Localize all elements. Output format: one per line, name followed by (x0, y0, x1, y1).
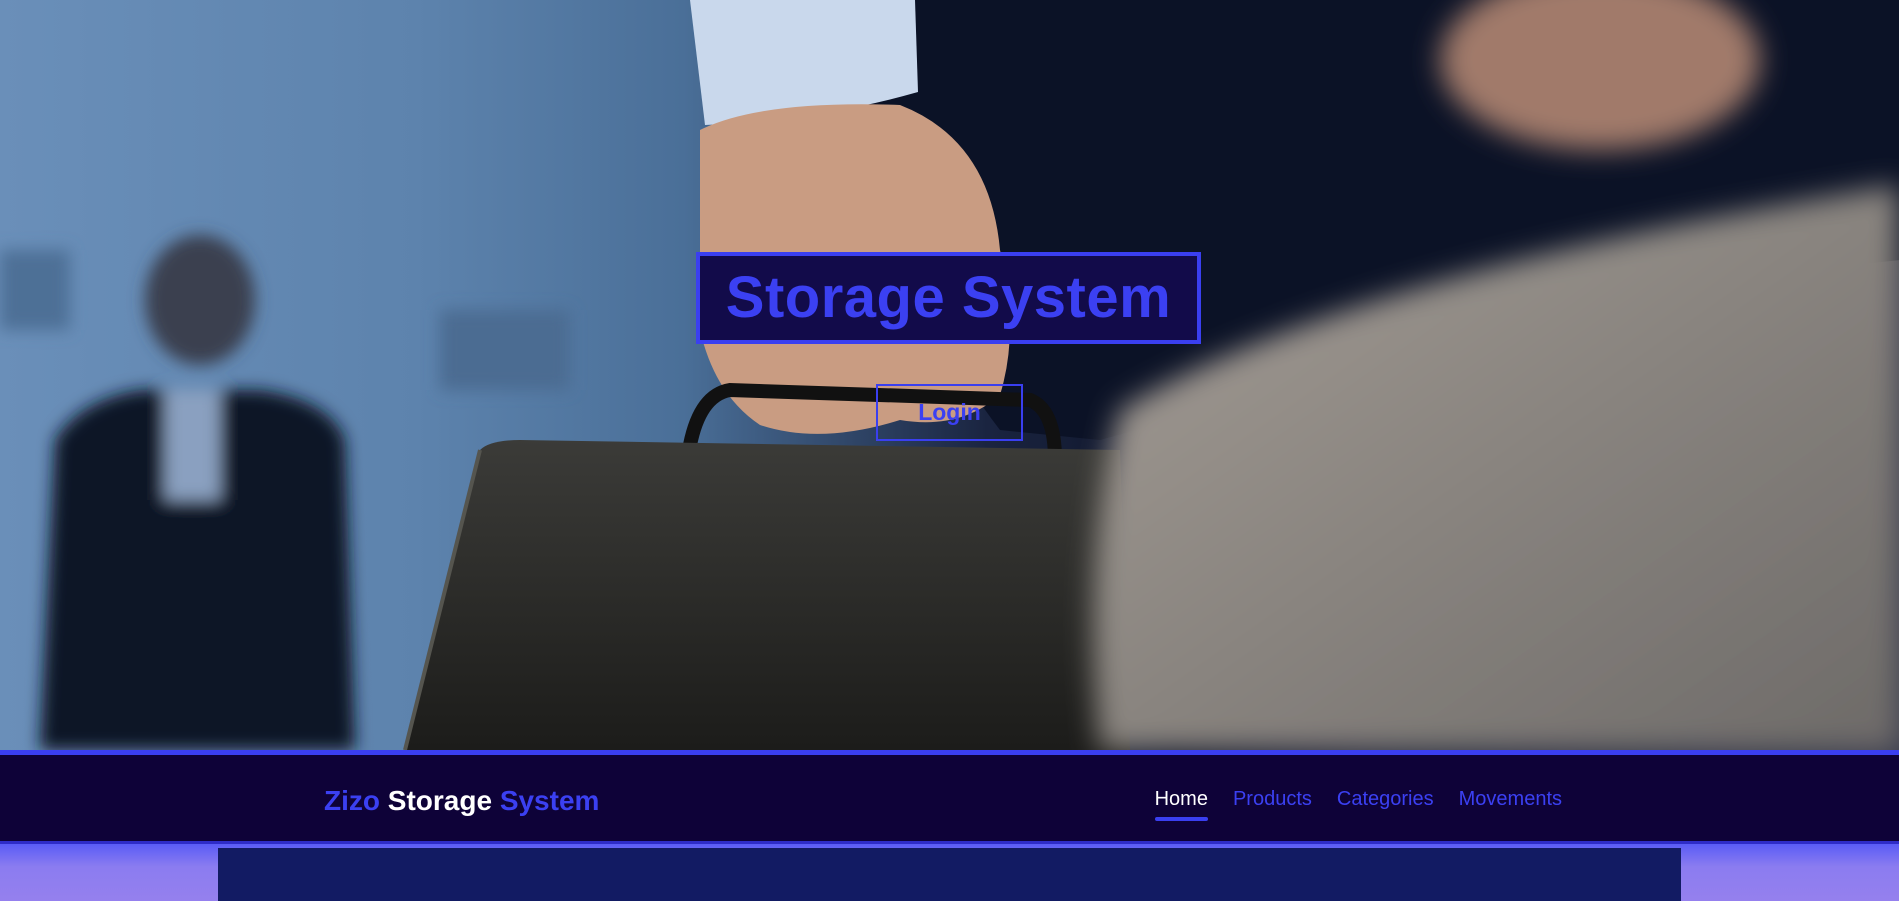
brand-word-1: Zizo (324, 785, 380, 816)
brand-word-3: System (499, 785, 600, 816)
navbar: Zizo Storage System Home Products Catego… (0, 750, 1899, 844)
hero-section: Storage System Login (0, 0, 1899, 750)
nav-links: Home Products Categories Movements (1154, 788, 1562, 821)
hero-background-image (0, 0, 1899, 750)
login-button[interactable]: Login (876, 384, 1023, 441)
nav-link-products[interactable]: Products (1233, 788, 1312, 821)
nav-link-categories[interactable]: Categories (1337, 788, 1434, 821)
hero-title: Storage System (696, 252, 1201, 344)
content-panel (218, 848, 1681, 901)
nav-link-movements[interactable]: Movements (1459, 788, 1562, 821)
brand-word-2: Storage (387, 785, 493, 816)
nav-link-home[interactable]: Home (1154, 788, 1209, 821)
page: Storage System Login Zizo Storage System… (0, 0, 1899, 901)
brand-logo[interactable]: Zizo Storage System (324, 785, 599, 817)
